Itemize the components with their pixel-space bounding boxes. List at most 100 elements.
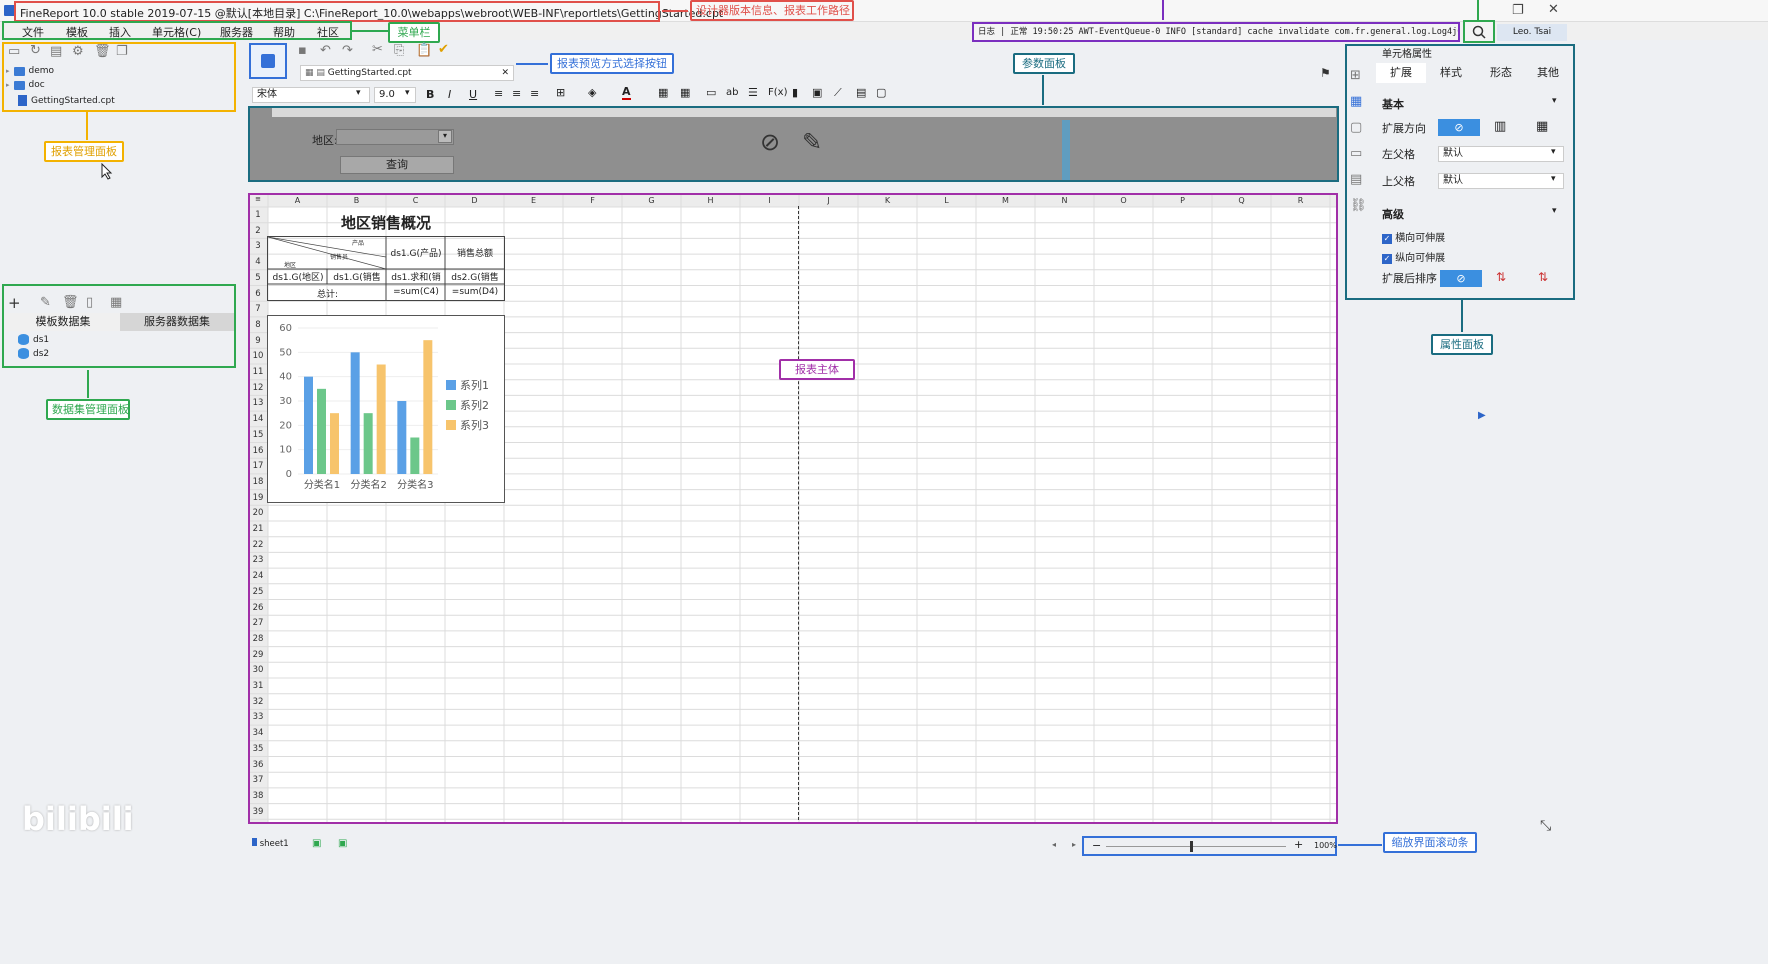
column-header[interactable]: N: [1035, 196, 1094, 205]
prop-tab-expand[interactable]: 扩展: [1376, 63, 1426, 83]
bar[interactable]: [317, 388, 326, 474]
row-header[interactable]: 2: [250, 226, 266, 236]
left-parent-select[interactable]: 默认: [1438, 146, 1564, 162]
redo-icon[interactable]: ↷: [342, 43, 353, 58]
editor-tab[interactable]: ▦ ▤ GettingStarted.cpt ✕: [300, 65, 514, 81]
border-icon[interactable]: ⊞: [556, 86, 565, 99]
row-header[interactable]: 25: [250, 587, 266, 597]
column-header[interactable]: K: [858, 196, 917, 205]
text-icon[interactable]: ab: [726, 87, 738, 98]
sort-asc-icon[interactable]: ⇅: [1496, 270, 1506, 284]
font-color-icon[interactable]: A: [622, 86, 631, 100]
undo-icon[interactable]: ↶: [320, 43, 331, 58]
edit-table-icon[interactable]: ▦: [110, 295, 122, 310]
menu-help[interactable]: 帮助: [273, 24, 295, 40]
bar[interactable]: [376, 364, 386, 475]
row-header[interactable]: 23: [250, 555, 266, 565]
edit-icon[interactable]: ✎: [40, 295, 51, 310]
row-header[interactable]: 36: [250, 760, 266, 770]
dataset-tab-template[interactable]: 模板数据集: [6, 313, 120, 331]
brush-icon[interactable]: ⚑: [1320, 66, 1331, 80]
row-header[interactable]: 17: [250, 461, 266, 471]
column-header[interactable]: M: [976, 196, 1035, 205]
dataset-item-ds2[interactable]: ds2: [18, 348, 49, 359]
row-header[interactable]: 4: [250, 257, 266, 267]
column-header[interactable]: B: [327, 196, 386, 205]
top-parent-select[interactable]: 默认: [1438, 173, 1564, 189]
zoom-in-icon[interactable]: +: [1294, 838, 1303, 851]
settings-icon[interactable]: ⚙: [72, 44, 84, 59]
expand-horizontal-icon[interactable]: ▦: [1536, 119, 1548, 134]
report-title[interactable]: 地区销售概况: [268, 210, 504, 236]
formula-icon[interactable]: F(x): [768, 87, 787, 98]
row-header[interactable]: 37: [250, 775, 266, 785]
expand-arrow-icon[interactable]: ▶: [1478, 410, 1486, 421]
row-header[interactable]: 22: [250, 540, 266, 550]
save-icon[interactable]: ▪: [298, 43, 307, 58]
menu-insert[interactable]: 插入: [109, 24, 131, 40]
param-dropdown-icon[interactable]: ▾: [438, 130, 452, 143]
align-center-icon[interactable]: ≡: [512, 87, 521, 100]
cell-element-icon[interactable]: ▦: [1350, 94, 1362, 109]
condition-icon[interactable]: ▤: [1350, 172, 1362, 187]
refresh-icon[interactable]: ↻: [30, 43, 41, 58]
frame-icon[interactable]: ▢: [876, 86, 886, 99]
menu-community[interactable]: 社区: [317, 24, 339, 40]
column-header[interactable]: P: [1153, 196, 1212, 205]
new-folder-icon[interactable]: ▭: [8, 44, 20, 59]
prop-tab-form[interactable]: 形态: [1476, 63, 1526, 83]
column-header[interactable]: A: [268, 196, 327, 205]
column-header[interactable]: H: [681, 196, 740, 205]
row-header[interactable]: 6: [250, 289, 266, 299]
h-expand-checkbox[interactable]: ✓ 横向可伸展: [1382, 229, 1445, 244]
row-header[interactable]: 31: [250, 681, 266, 691]
copy-icon[interactable]: ❐: [116, 44, 128, 59]
column-header[interactable]: J: [799, 196, 858, 205]
menu-cell[interactable]: 单元格(C): [152, 24, 201, 40]
column-header[interactable]: R: [1271, 196, 1330, 205]
preview-dataset-icon[interactable]: ▯: [86, 295, 93, 310]
align-left-icon[interactable]: ≡: [494, 87, 503, 100]
row-header[interactable]: 38: [250, 791, 266, 801]
font-name-select[interactable]: 宋体: [252, 87, 370, 103]
column-header[interactable]: F: [563, 196, 622, 205]
user-name[interactable]: Leo. Tsai: [1497, 24, 1567, 41]
bar[interactable]: [330, 413, 339, 474]
row-header[interactable]: 34: [250, 728, 266, 738]
row-header[interactable]: 24: [250, 571, 266, 581]
expand-none-button[interactable]: ⊘: [1438, 119, 1480, 136]
row-header[interactable]: 39: [250, 807, 266, 817]
fill-icon[interactable]: ◈: [588, 86, 596, 99]
text-field-icon[interactable]: ▭: [706, 86, 716, 99]
sort-none-button[interactable]: ⊘: [1440, 270, 1482, 287]
cell-attr-icon[interactable]: ⊞: [1350, 68, 1361, 83]
unmerge-icon[interactable]: ▦: [680, 86, 690, 99]
column-header[interactable]: D: [445, 196, 504, 205]
copy-icon[interactable]: ⎘: [394, 43, 404, 58]
corner-cell[interactable]: ≡: [250, 195, 266, 205]
cut-icon[interactable]: ✂: [372, 42, 383, 57]
dataset-tab-server[interactable]: 服务器数据集: [120, 313, 234, 331]
row-header[interactable]: 5: [250, 273, 266, 283]
section-basic[interactable]: 基本: [1382, 96, 1404, 112]
dataset-item-ds1[interactable]: ds1: [18, 334, 49, 345]
delete-dataset-icon[interactable]: 🗑: [62, 295, 79, 310]
bar[interactable]: [397, 401, 407, 474]
row-header[interactable]: 35: [250, 744, 266, 754]
scroll-right-icon[interactable]: ▸: [1072, 840, 1076, 849]
row-header[interactable]: 14: [250, 414, 266, 424]
close-icon[interactable]: ✕: [1548, 2, 1559, 17]
row-header[interactable]: 19: [250, 493, 266, 503]
section-advanced[interactable]: 高级: [1382, 206, 1404, 222]
column-header[interactable]: Q: [1212, 196, 1271, 205]
row-header[interactable]: 7: [250, 304, 266, 314]
row-header[interactable]: 21: [250, 524, 266, 534]
link-icon[interactable]: ⛓: [1350, 198, 1367, 213]
sort-desc-icon[interactable]: ⇅: [1538, 270, 1548, 284]
restore-icon[interactable]: ❐: [1512, 3, 1524, 18]
bold-icon[interactable]: B: [426, 88, 434, 101]
bar[interactable]: [410, 437, 420, 475]
column-header[interactable]: G: [622, 196, 681, 205]
column-header[interactable]: I: [740, 196, 799, 205]
underline-icon[interactable]: U: [469, 88, 477, 101]
